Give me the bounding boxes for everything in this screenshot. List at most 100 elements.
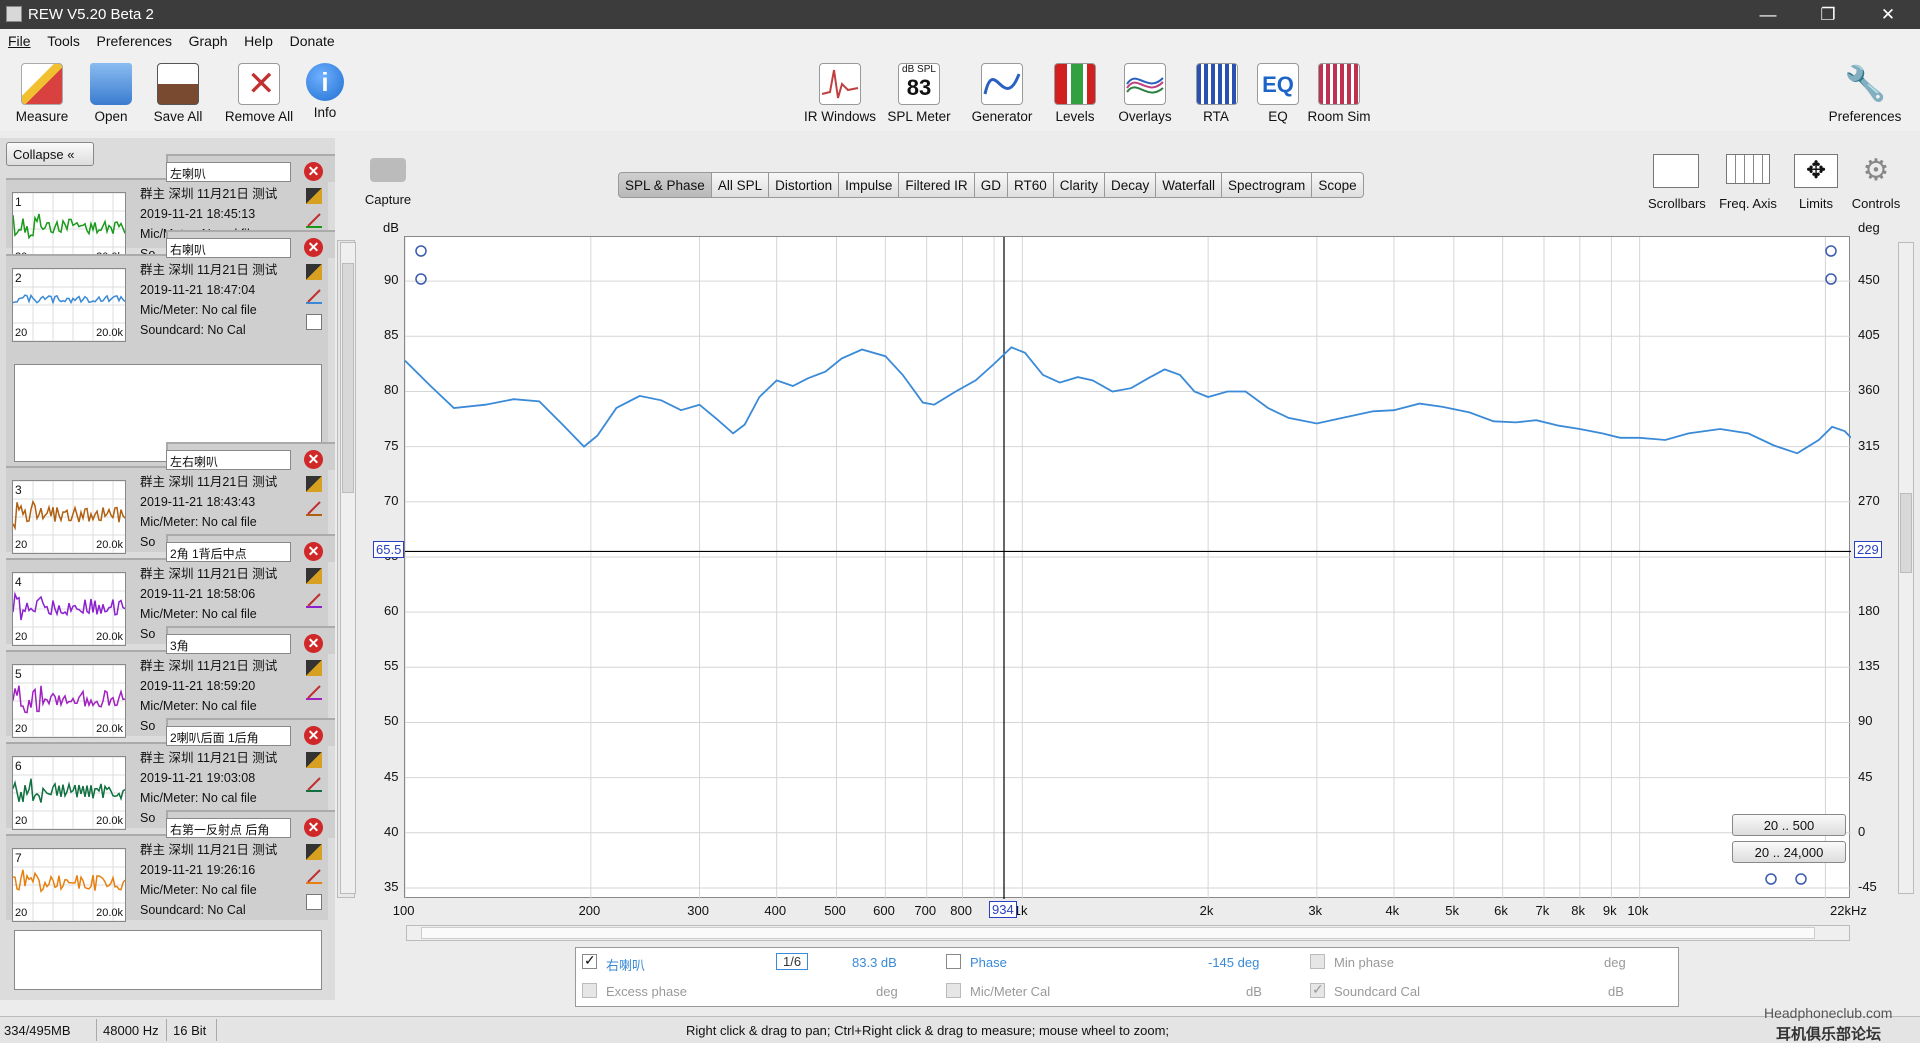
- menu-tools[interactable]: Tools: [39, 29, 85, 49]
- phase-checkbox[interactable]: [946, 954, 961, 969]
- color-picker-icon[interactable]: [306, 476, 322, 492]
- remove-all-button[interactable]: ✕ Remove All: [222, 63, 296, 124]
- measurement-name-input[interactable]: 2角 1背后中点: [166, 542, 291, 562]
- tab-filtered-ir[interactable]: Filtered IR: [899, 172, 975, 198]
- controls-button[interactable]: ⚙ Controls: [1850, 154, 1902, 211]
- preferences-button[interactable]: 🔧 Preferences: [1824, 63, 1906, 124]
- delete-measurement-icon[interactable]: ✕: [304, 450, 323, 469]
- min-phase-checkbox[interactable]: [1310, 954, 1325, 969]
- room-sim-button[interactable]: Room Sim: [1306, 63, 1372, 124]
- menu-graph[interactable]: Graph: [181, 29, 233, 49]
- smoothing-selector[interactable]: 1/6: [776, 953, 809, 970]
- color-picker-icon[interactable]: [306, 568, 322, 584]
- measurement-name-input[interactable]: 左喇叭: [166, 162, 291, 182]
- menu-help[interactable]: Help: [236, 29, 278, 49]
- close-button[interactable]: ✕: [1860, 0, 1916, 29]
- levels-button[interactable]: Levels: [1050, 63, 1100, 124]
- y2-scroll-thumb[interactable]: [1900, 493, 1912, 573]
- color-picker-icon[interactable]: [306, 844, 322, 860]
- notes-icon[interactable]: [306, 314, 322, 330]
- line-style-icon[interactable]: [306, 212, 322, 228]
- generator-button[interactable]: Generator: [964, 63, 1040, 124]
- delete-measurement-icon[interactable]: ✕: [304, 162, 323, 181]
- measurement-thumbnail[interactable]: 6 20 20.0k: [12, 756, 126, 830]
- spl-meter-button[interactable]: dB SPL 83 SPL Meter: [884, 63, 954, 124]
- info-button[interactable]: i Info: [302, 63, 348, 120]
- measurement-name-input[interactable]: 3角: [166, 634, 291, 654]
- color-picker-icon[interactable]: [306, 264, 322, 280]
- delete-measurement-icon[interactable]: ✕: [304, 542, 323, 561]
- x-scrollbar[interactable]: [406, 925, 1850, 941]
- measurement-name-input[interactable]: 右喇叭: [166, 238, 291, 258]
- ir-windows-button[interactable]: IR Windows: [800, 63, 880, 124]
- notes-icon[interactable]: [306, 894, 322, 910]
- x-tick-label: 300: [687, 903, 709, 918]
- measurement-name-input[interactable]: 左右喇叭: [166, 450, 291, 470]
- open-button[interactable]: Open: [86, 63, 136, 124]
- soundcard-cal-status: Soundcard: No Cal: [140, 903, 246, 917]
- soundcard-cal-checkbox[interactable]: ✓: [1310, 981, 1325, 998]
- y-scrollbar[interactable]: [340, 242, 356, 894]
- tab-rt60[interactable]: RT60: [1007, 172, 1054, 198]
- measurement-thumbnail[interactable]: 4 20 20.0k: [12, 572, 126, 646]
- line-style-icon[interactable]: [306, 776, 322, 792]
- scrollbars-button[interactable]: Scrollbars: [1648, 154, 1706, 211]
- ir-windows-label: IR Windows: [803, 109, 876, 124]
- limits-button[interactable]: ✥ Limits: [1794, 154, 1838, 211]
- tab-impulse[interactable]: Impulse: [839, 172, 900, 198]
- delete-measurement-icon[interactable]: ✕: [304, 818, 323, 837]
- tab-spl-phase[interactable]: SPL & Phase: [618, 172, 712, 198]
- delete-measurement-icon[interactable]: ✕: [304, 634, 323, 653]
- tab-all-spl[interactable]: All SPL: [711, 172, 770, 198]
- menu-file[interactable]: File: [0, 29, 36, 49]
- eq-button[interactable]: EQ EQ: [1256, 63, 1300, 124]
- overlays-button[interactable]: Overlays: [1114, 63, 1176, 124]
- color-picker-icon[interactable]: [306, 752, 322, 768]
- line-style-icon[interactable]: [306, 684, 322, 700]
- delete-measurement-icon[interactable]: ✕: [304, 238, 323, 257]
- tab-waterfall[interactable]: Waterfall: [1156, 172, 1223, 198]
- spl-phase-plot[interactable]: [404, 236, 1851, 899]
- tab-clarity[interactable]: Clarity: [1053, 172, 1105, 198]
- measurement-name-input[interactable]: 右第一反射点 后角: [166, 818, 291, 838]
- range-20-24000-button[interactable]: 20 .. 24,000: [1732, 841, 1846, 863]
- trace-checkbox[interactable]: ✓: [582, 952, 597, 969]
- rta-button[interactable]: RTA: [1196, 63, 1238, 124]
- maximize-button[interactable]: ❐: [1800, 0, 1856, 29]
- measurement-card-7[interactable]: 右第一反射点 后角 ✕ 7 20 20.0k 群主 深圳 11月21日 测试 2019-11…: [6, 810, 335, 990]
- tab-spectrogram[interactable]: Spectrogram: [1222, 172, 1313, 198]
- menu-preferences[interactable]: Preferences: [89, 29, 177, 49]
- line-style-icon[interactable]: [306, 592, 322, 608]
- line-style-icon[interactable]: [306, 868, 322, 884]
- freq-axis-button[interactable]: Freq. Axis: [1716, 154, 1780, 211]
- line-style-icon[interactable]: [306, 288, 322, 304]
- menu-donate[interactable]: Donate: [282, 29, 340, 49]
- minimize-button[interactable]: —: [1740, 0, 1796, 29]
- tab-gd[interactable]: GD: [974, 172, 1008, 198]
- measurement-thumbnail[interactable]: 3 20 20.0k: [12, 480, 126, 554]
- excess-phase-checkbox[interactable]: [582, 983, 597, 998]
- color-picker-icon[interactable]: [306, 660, 322, 676]
- tab-distortion[interactable]: Distortion: [769, 172, 840, 198]
- tab-scope[interactable]: Scope: [1312, 172, 1364, 198]
- measurement-name-input[interactable]: 2喇叭后面 1后角: [166, 726, 291, 746]
- status-hint: Right click & drag to pan; Ctrl+Right cl…: [686, 1023, 1170, 1038]
- mic-cal-checkbox[interactable]: [946, 983, 961, 998]
- x-scroll-thumb[interactable]: [421, 927, 1815, 939]
- y-scroll-thumb[interactable]: [342, 263, 354, 493]
- collapse-button[interactable]: Collapse «: [6, 142, 94, 166]
- line-style-icon[interactable]: [306, 500, 322, 516]
- measurement-notes-area[interactable]: [14, 930, 322, 990]
- measure-button[interactable]: Measure: [12, 63, 72, 124]
- menu-bar: File Tools Preferences Graph Help Donate: [0, 29, 1920, 53]
- color-picker-icon[interactable]: [306, 188, 322, 204]
- measurement-thumbnail[interactable]: 7 20 20.0k: [12, 848, 126, 922]
- tab-decay[interactable]: Decay: [1104, 172, 1157, 198]
- measurement-thumbnail[interactable]: 2 20 20.0k: [12, 268, 126, 342]
- delete-measurement-icon[interactable]: ✕: [304, 726, 323, 745]
- capture-button[interactable]: Capture: [360, 158, 416, 207]
- y2-scrollbar[interactable]: [1898, 242, 1914, 894]
- measurement-thumbnail[interactable]: 5 20 20.0k: [12, 664, 126, 738]
- save-all-button[interactable]: Save All: [150, 63, 206, 124]
- range-20-500-button[interactable]: 20 .. 500: [1732, 814, 1846, 836]
